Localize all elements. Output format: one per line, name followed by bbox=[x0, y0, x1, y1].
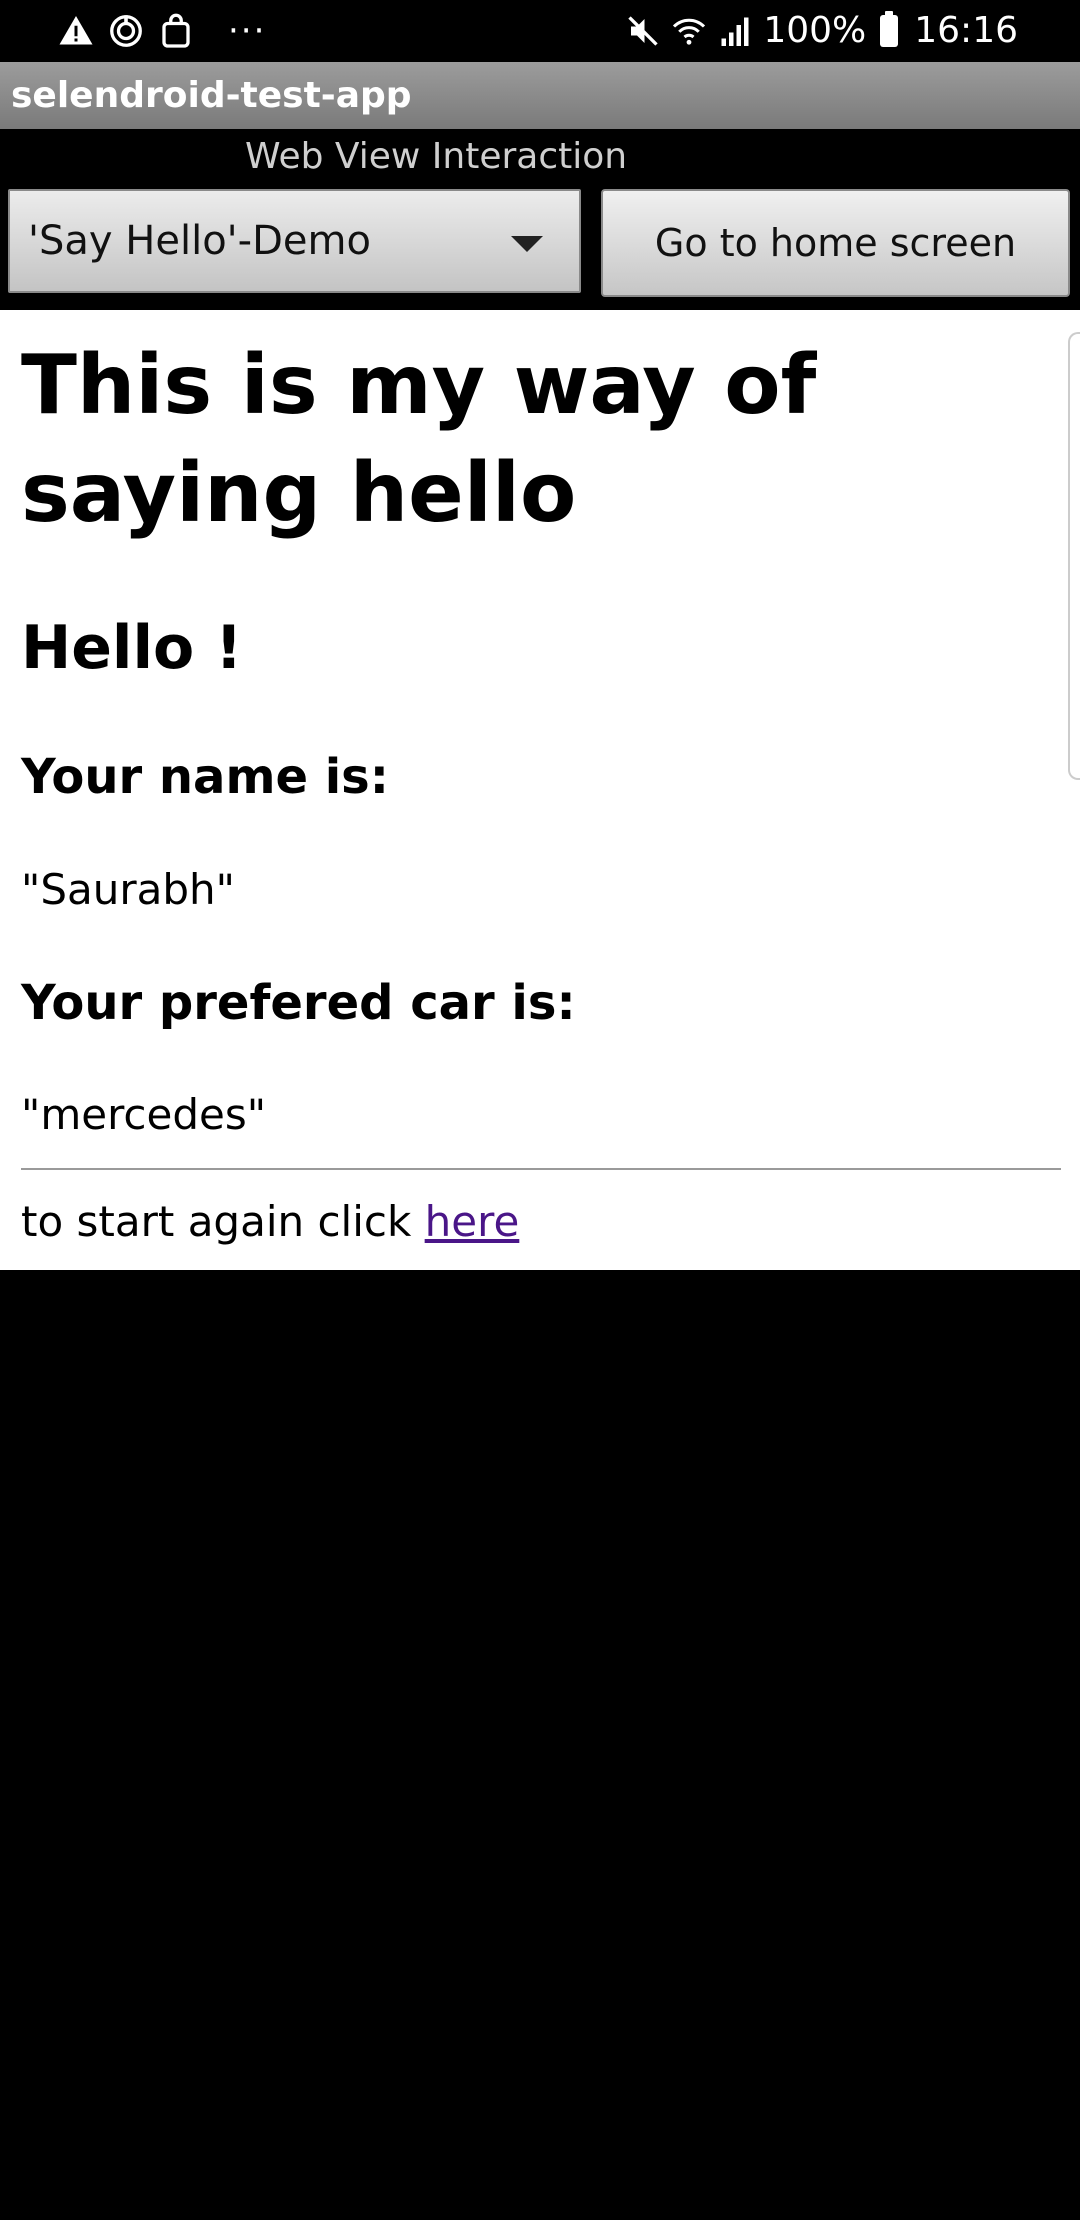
web-view[interactable]: This is my way of saying hello Hello ! Y… bbox=[0, 310, 1080, 1270]
name-value: "Saurabh" bbox=[21, 865, 235, 914]
demo-spinner[interactable]: 'Say Hello'-Demo bbox=[8, 189, 581, 293]
mute-icon bbox=[625, 13, 661, 49]
app-title: selendroid-test-app bbox=[11, 75, 412, 116]
signal-icon bbox=[717, 13, 753, 49]
go-to-home-screen-button[interactable]: Go to home screen bbox=[601, 189, 1070, 297]
name-label: Your name is: bbox=[21, 749, 389, 805]
warning-icon bbox=[58, 13, 94, 49]
car-label: Your prefered car is: bbox=[21, 975, 576, 1031]
footer-text: to start again click here bbox=[21, 1194, 519, 1250]
footer-prefix: to start again click bbox=[21, 1197, 425, 1246]
clock: 16:16 bbox=[914, 10, 1018, 51]
car-value: "mercedes" bbox=[21, 1090, 267, 1139]
status-bar-right: 100% 16:16 bbox=[625, 8, 1018, 54]
app-title-bar: selendroid-test-app bbox=[0, 62, 1080, 129]
status-bar: ··· 100% 16:16 bbox=[0, 0, 1080, 62]
activity-label: Web View Interaction bbox=[245, 136, 628, 177]
status-bar-left: ··· bbox=[58, 8, 266, 54]
overflow-dots-icon: ··· bbox=[228, 11, 267, 51]
divider bbox=[21, 1168, 1061, 1170]
shopping-bag-icon bbox=[158, 13, 194, 49]
screen: ··· 100% 16:16 selendroid-test-app Web V… bbox=[0, 0, 1080, 2220]
battery-percent: 100% bbox=[763, 10, 867, 51]
battery-icon bbox=[880, 11, 899, 47]
sync-icon bbox=[108, 13, 144, 49]
start-again-link[interactable]: here bbox=[425, 1197, 520, 1246]
page-heading: This is my way of saying hello bbox=[21, 338, 817, 541]
greeting-heading: Hello ! bbox=[21, 613, 243, 683]
spinner-selected-value: 'Say Hello'-Demo bbox=[28, 218, 371, 264]
blank-area bbox=[0, 1270, 1080, 2220]
wifi-icon bbox=[671, 13, 707, 49]
dropdown-arrow-icon bbox=[511, 236, 543, 252]
web-view-scrollbar[interactable] bbox=[1068, 332, 1080, 780]
